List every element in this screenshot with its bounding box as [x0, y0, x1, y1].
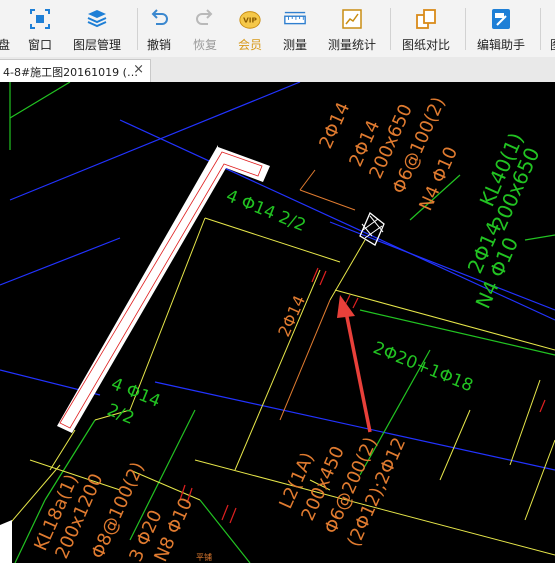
ruler-icon	[283, 7, 307, 31]
toolbar-separator	[137, 8, 138, 50]
edit-assistant-button[interactable]: 编辑助手	[476, 0, 526, 57]
undo-label: 撤销	[146, 38, 171, 52]
layer-manager-button[interactable]: 图层管理	[72, 0, 122, 57]
layers-icon	[85, 7, 109, 31]
redo-button[interactable]: 恢复	[192, 0, 218, 57]
partial-right-label: 图	[550, 36, 555, 53]
green-annotations: KL40(1) 200x650 2Φ14 N4 Φ10 2Φ20+1Φ18 4 …	[104, 129, 544, 429]
window-icon	[28, 7, 52, 31]
left-2phi14-text: 2Φ14	[274, 292, 309, 339]
measure-stats-button[interactable]: 测量统计	[327, 0, 377, 57]
compare-button[interactable]: 图纸对比	[401, 0, 451, 57]
compare-label: 图纸对比	[401, 38, 450, 52]
measure-stats-label: 测量统计	[327, 38, 376, 52]
document-tab[interactable]: 4-8#施工图20161019 (… ×	[0, 59, 151, 82]
toolbar: 盘 窗口 图层管理 撤销 恢复 VIP 会员 测量 测量统计 图纸对比 编辑助手	[0, 0, 555, 58]
redo-label: 恢复	[192, 38, 217, 52]
white-wall	[0, 145, 270, 563]
toolbar-separator	[390, 8, 391, 50]
close-icon[interactable]: ×	[133, 62, 144, 77]
measure-stats-icon	[340, 7, 364, 31]
partial-right-tool[interactable]: 图	[549, 0, 555, 57]
drawing-svg: 2Φ14 2Φ14 200x650 Φ6@100(2) N4 Φ10 2Φ14 …	[0, 82, 555, 563]
beam-top-a-text: 2Φ14	[315, 99, 354, 152]
partial-icon	[544, 7, 555, 31]
layer-manager-label: 图层管理	[72, 38, 121, 52]
edit-assistant-label: 编辑助手	[476, 38, 525, 52]
measure-button[interactable]: 测量	[281, 0, 309, 57]
undo-icon	[147, 7, 171, 31]
red-arrow	[337, 295, 372, 433]
toolbar-separator	[540, 8, 541, 50]
window-label: 窗口	[27, 38, 52, 52]
edit-assistant-icon	[489, 7, 513, 31]
vip-label: 会员	[237, 38, 262, 52]
vip-crown-icon: VIP	[238, 7, 262, 31]
partial-left-tool[interactable]: 盘	[0, 0, 12, 57]
redo-icon	[193, 7, 217, 31]
toolbar-separator	[465, 8, 466, 50]
partial-icon	[0, 7, 16, 31]
undo-button[interactable]: 撤销	[146, 0, 172, 57]
vip-badge-text: VIP	[243, 16, 257, 25]
measure-label: 测量	[282, 38, 307, 52]
document-tab-title: 4-8#施工图20161019 (…	[3, 66, 138, 79]
document-tab-bar: 4-8#施工图20161019 (… ×	[0, 57, 555, 83]
drawing-canvas[interactable]: 2Φ14 2Φ14 200x650 Φ6@100(2) N4 Φ10 2Φ14 …	[0, 82, 555, 563]
tiny-note-text: 平铺	[196, 552, 212, 562]
vip-button[interactable]: VIP 会员	[236, 0, 264, 57]
compare-icon	[414, 7, 438, 31]
window-button[interactable]: 窗口	[24, 0, 56, 57]
partial-left-label: 盘	[0, 38, 10, 52]
bottom-green-text: 2Φ20+1Φ18	[370, 338, 476, 396]
